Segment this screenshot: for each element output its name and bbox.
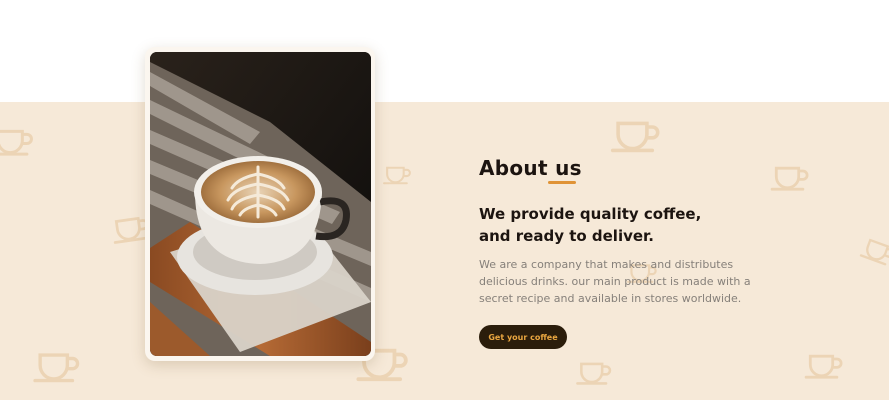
about-section-background [0, 102, 889, 400]
coffee-cup-icon [576, 360, 614, 386]
subheading-line-1: We provide quality coffee, [479, 205, 702, 223]
coffee-cup-icon [30, 350, 86, 384]
coffee-cup-icon [0, 126, 36, 158]
latte-art-photo [150, 52, 371, 356]
about-content: About us We provide quality coffee, and … [479, 156, 799, 305]
about-subheading: We provide quality coffee, and ready to … [479, 203, 799, 247]
about-image-card [145, 47, 375, 361]
coffee-cup-icon [608, 118, 666, 154]
coffee-cup-icon [804, 352, 846, 380]
get-your-coffee-button[interactable]: Get your coffee [479, 325, 567, 349]
about-description: We are a company that makes and distribu… [479, 258, 751, 305]
coffee-cup-icon [383, 164, 413, 186]
heading-underline [548, 181, 576, 184]
about-heading: About us [479, 156, 582, 180]
subheading-line-2: and ready to deliver. [479, 227, 654, 245]
